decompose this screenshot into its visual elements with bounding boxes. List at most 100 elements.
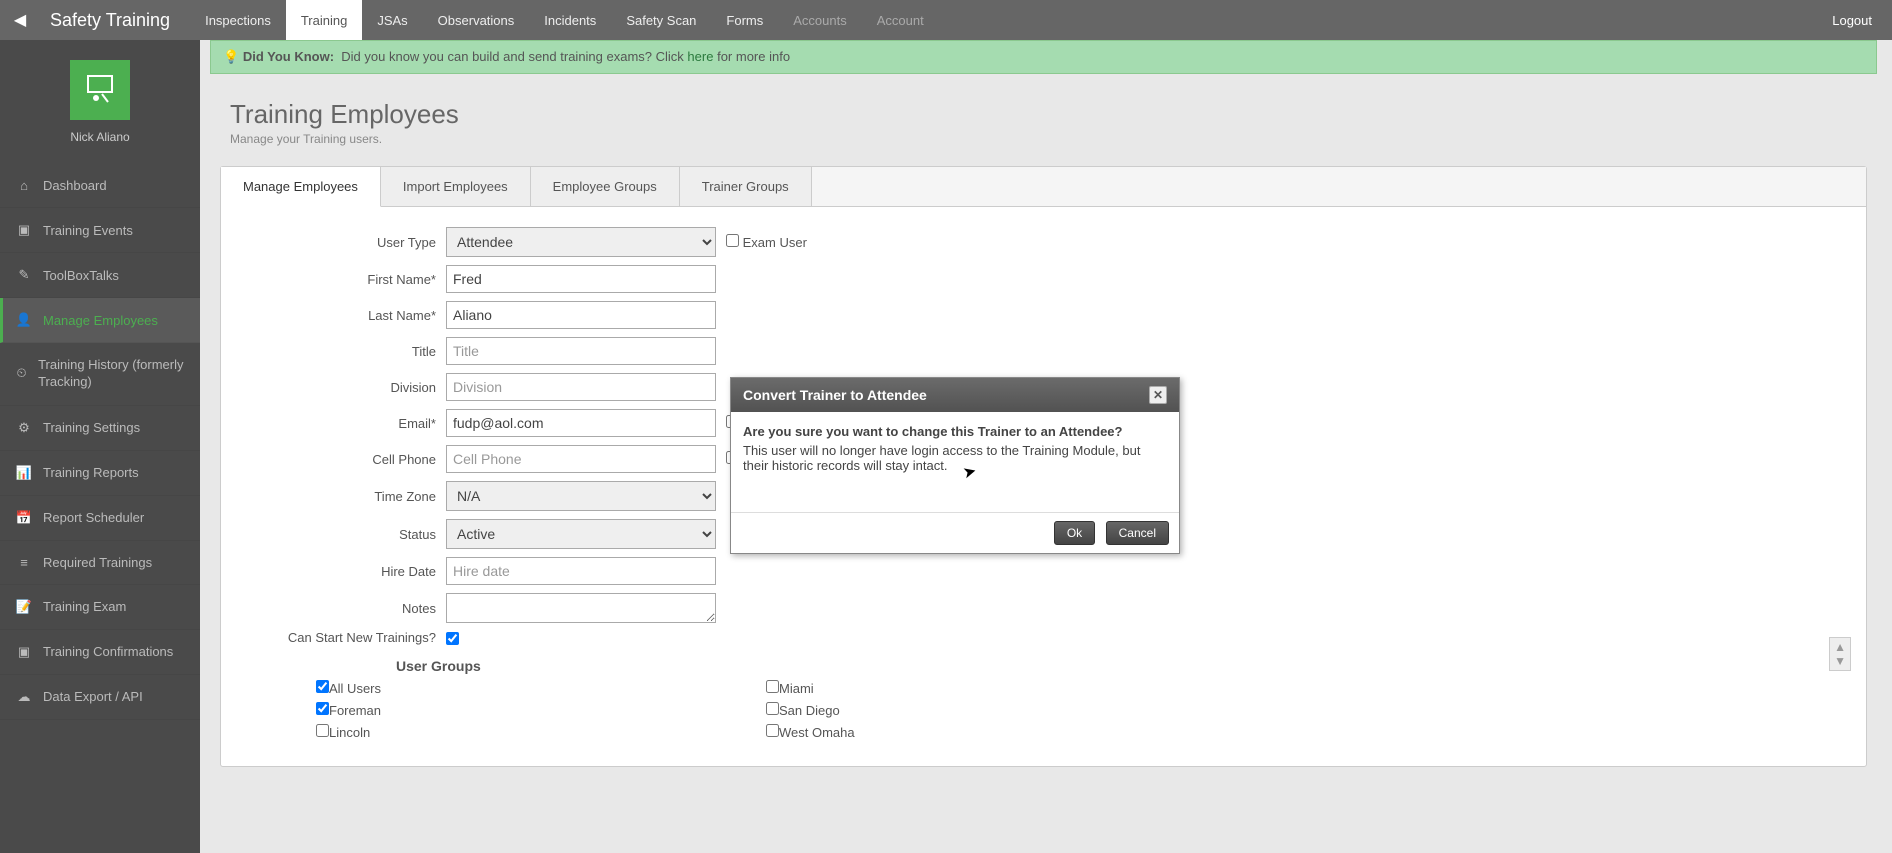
last-name-input[interactable] <box>446 301 716 329</box>
sidebar-label: Training Exam <box>43 599 126 614</box>
status-select[interactable]: Active <box>446 519 716 549</box>
nav-jsas[interactable]: JSAs <box>362 0 422 40</box>
confirm-icon: ▣ <box>15 644 33 660</box>
group-foreman[interactable]: Foreman <box>246 702 696 718</box>
tab-import-employees[interactable]: Import Employees <box>381 167 531 206</box>
group-checkbox[interactable] <box>316 680 329 693</box>
group-checkbox[interactable] <box>316 724 329 737</box>
group-checkbox[interactable] <box>766 680 779 693</box>
profile-block: Nick Aliano <box>0 40 200 164</box>
cancel-button[interactable]: Cancel <box>1106 521 1169 545</box>
sidebar-label: ToolBoxTalks <box>43 268 119 283</box>
app-title: Safety Training <box>40 10 190 31</box>
group-checkbox[interactable] <box>766 702 779 715</box>
sidebar-training-settings[interactable]: ⚙Training Settings <box>0 406 200 451</box>
label-user-groups: User Groups <box>396 658 1841 674</box>
banner-text: Did you know you can build and send trai… <box>341 49 687 64</box>
label-email: Email* <box>246 416 446 431</box>
user-icon: 👤 <box>15 312 33 328</box>
division-input[interactable] <box>446 373 716 401</box>
ok-button[interactable]: Ok <box>1054 521 1095 545</box>
exam-user-label: Exam User <box>743 235 807 250</box>
sidebar-label: Report Scheduler <box>43 510 144 525</box>
banner-link[interactable]: here <box>687 49 713 64</box>
sidebar-label: Dashboard <box>43 178 107 193</box>
group-checkbox[interactable] <box>766 724 779 737</box>
sidebar-training-confirmations[interactable]: ▣Training Confirmations <box>0 630 200 675</box>
label-last-name: Last Name* <box>246 308 446 323</box>
label-cell-phone: Cell Phone <box>246 452 446 467</box>
nav-safety-scan[interactable]: Safety Scan <box>611 0 711 40</box>
sidebar-manage-employees[interactable]: 👤 Manage Employees <box>0 298 200 343</box>
user-type-select[interactable]: Attendee <box>446 227 716 257</box>
first-name-input[interactable] <box>446 265 716 293</box>
reports-icon: 📊 <box>15 465 33 481</box>
email-input[interactable] <box>446 409 716 437</box>
nav-account[interactable]: Account <box>862 0 939 40</box>
page-subtitle: Manage your Training users. <box>230 132 1857 146</box>
hire-date-input[interactable] <box>446 557 716 585</box>
sidebar-data-export[interactable]: ☁Data Export / API <box>0 675 200 720</box>
training-icon <box>82 72 118 108</box>
group-san-diego[interactable]: San Diego <box>696 702 1146 718</box>
dialog-title: Convert Trainer to Attendee <box>743 387 927 403</box>
dashboard-icon: ⌂ <box>15 178 33 193</box>
top-bar: ◀ Safety Training Inspections Training J… <box>0 0 1892 40</box>
sidebar-report-scheduler[interactable]: 📅Report Scheduler <box>0 496 200 541</box>
sidebar: Nick Aliano ⌂Dashboard ▣Training Events … <box>0 40 200 853</box>
bulb-icon: 💡 <box>223 49 243 64</box>
sidebar-toolboxtalks[interactable]: ✎ ToolBoxTalks <box>0 253 200 298</box>
group-miami[interactable]: Miami <box>696 680 1146 696</box>
sidebar-required-trainings[interactable]: ≡Required Trainings <box>0 541 200 585</box>
back-button[interactable]: ◀ <box>0 10 40 30</box>
avatar <box>70 60 130 120</box>
nav-forms[interactable]: Forms <box>711 0 778 40</box>
cell-phone-input[interactable] <box>446 445 716 473</box>
dialog-footer: Ok Cancel <box>731 512 1179 553</box>
group-checkbox[interactable] <box>316 702 329 715</box>
sidebar-label: Manage Employees <box>43 313 158 328</box>
tab-manage-employees[interactable]: Manage Employees <box>221 167 381 207</box>
group-all-users[interactable]: All Users <box>246 680 696 696</box>
user-groups: All Users Foreman Lincoln Miami San Dieg… <box>246 680 1841 746</box>
toolbox-icon: ✎ <box>15 267 33 283</box>
tab-trainer-groups[interactable]: Trainer Groups <box>680 167 812 206</box>
group-west-omaha[interactable]: West Omaha <box>696 724 1146 740</box>
label-division: Division <box>246 380 446 395</box>
label-notes: Notes <box>246 601 446 616</box>
notes-textarea[interactable] <box>446 593 716 623</box>
page-header: Training Employees Manage your Training … <box>210 74 1877 166</box>
logout-link[interactable]: Logout <box>1812 13 1892 28</box>
time-zone-select[interactable]: N/A <box>446 481 716 511</box>
can-start-checkbox[interactable] <box>446 632 459 645</box>
dialog-close-button[interactable]: ✕ <box>1149 386 1167 404</box>
group-lincoln[interactable]: Lincoln <box>246 724 696 740</box>
nav-training[interactable]: Training <box>286 0 362 40</box>
group-label: West Omaha <box>779 725 855 740</box>
exam-user-checkbox[interactable] <box>726 234 739 247</box>
top-nav: Inspections Training JSAs Observations I… <box>190 0 939 40</box>
nav-accounts[interactable]: Accounts <box>778 0 861 40</box>
label-time-zone: Time Zone <box>246 489 446 504</box>
sidebar-dashboard[interactable]: ⌂ Dashboard <box>0 164 200 208</box>
title-input[interactable] <box>446 337 716 365</box>
dialog-question: Are you sure you want to change this Tra… <box>743 424 1167 439</box>
exam-icon: 📝 <box>15 599 33 615</box>
sidebar-training-reports[interactable]: 📊Training Reports <box>0 451 200 496</box>
label-user-type: User Type <box>246 235 446 250</box>
export-icon: ☁ <box>15 689 33 705</box>
events-icon: ▣ <box>15 222 33 238</box>
sidebar-training-exam[interactable]: 📝 Training Exam <box>0 585 200 630</box>
tab-employee-groups[interactable]: Employee Groups <box>531 167 680 206</box>
group-label: Foreman <box>329 703 381 718</box>
convert-dialog: Convert Trainer to Attendee ✕ Are you su… <box>730 377 1180 554</box>
scroll-stepper[interactable]: ▲▼ <box>1829 637 1851 671</box>
sidebar-training-history[interactable]: ⏲Training History (formerly Tracking) <box>0 343 200 406</box>
banner-label: Did You Know: <box>243 49 334 64</box>
nav-inspections[interactable]: Inspections <box>190 0 286 40</box>
nav-incidents[interactable]: Incidents <box>529 0 611 40</box>
info-banner: 💡 Did You Know: Did you know you can bui… <box>210 40 1877 74</box>
nav-observations[interactable]: Observations <box>423 0 530 40</box>
settings-icon: ⚙ <box>15 420 33 436</box>
sidebar-training-events[interactable]: ▣Training Events <box>0 208 200 253</box>
